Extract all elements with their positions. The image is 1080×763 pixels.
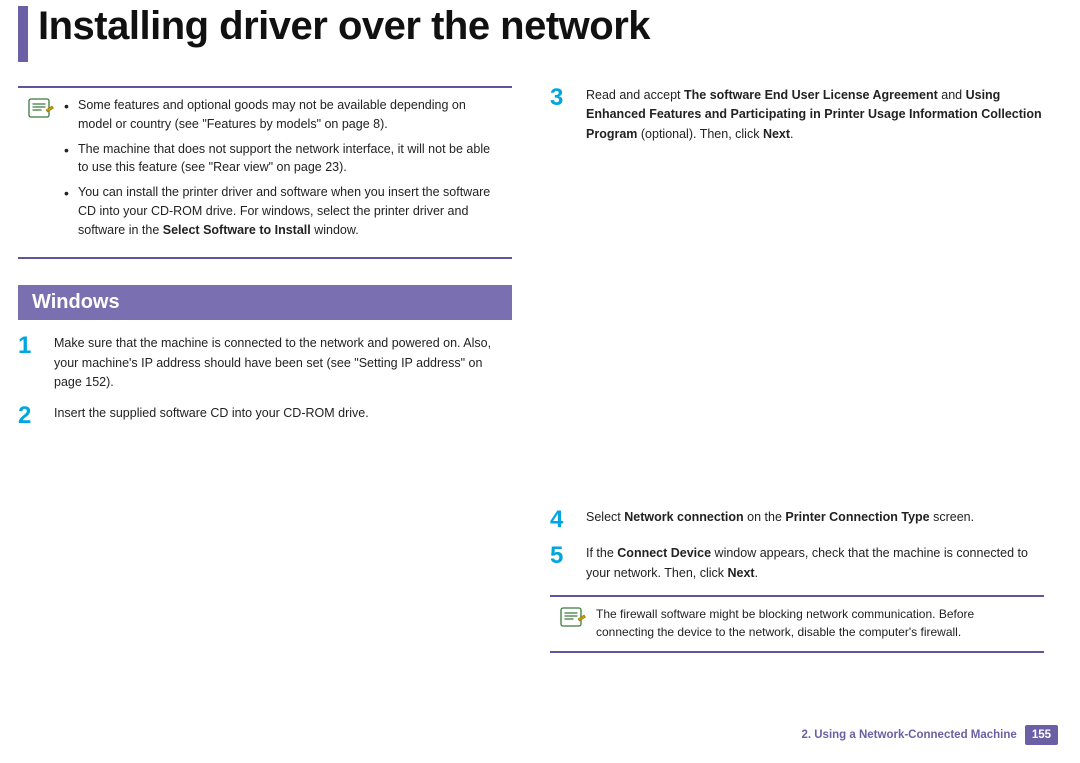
info-top-item: The machine that does not support the ne…	[64, 140, 502, 178]
page-title: Installing driver over the network	[38, 4, 650, 49]
step-body: Insert the supplied software CD into you…	[54, 404, 512, 423]
page: Installing driver over the network Some …	[0, 0, 1080, 763]
text: .	[755, 566, 758, 580]
info-box-top: Some features and optional goods may not…	[18, 86, 512, 259]
info-top-item: You can install the printer driver and s…	[64, 183, 502, 239]
text: Make sure that the machine is connected …	[54, 336, 491, 389]
text: .	[790, 127, 793, 141]
info-box-bottom: The firewall software might be blocking …	[550, 595, 1044, 653]
text: window.	[311, 223, 359, 237]
right-steps-bottom: 4 Select Network connection on the Print…	[550, 508, 1044, 583]
text-bold: The software End User License Agreement	[684, 88, 938, 102]
step-4: 4 Select Network connection on the Print…	[550, 508, 1044, 532]
left-steps: 1 Make sure that the machine is connecte…	[18, 334, 512, 428]
text: and	[938, 88, 966, 102]
text-bold: Next	[728, 566, 755, 580]
right-steps-top: 3 Read and accept The software End User …	[550, 86, 1044, 144]
text-bold: Printer Connection Type	[785, 510, 929, 524]
text-bold: Next	[763, 127, 790, 141]
text: Select	[586, 510, 624, 524]
left-column: Some features and optional goods may not…	[18, 86, 512, 653]
content-columns: Some features and optional goods may not…	[18, 86, 1062, 653]
title-bar: Installing driver over the network	[18, 0, 1062, 62]
text: Insert the supplied software CD into you…	[54, 406, 369, 420]
text: If the	[586, 546, 617, 560]
footer-chapter: 2. Using a Network-Connected Machine	[801, 729, 1016, 741]
info-bottom-text: The firewall software might be blocking …	[596, 605, 1034, 641]
text-bold: Select Software to Install	[163, 223, 311, 237]
step-5: 5 If the Connect Device window appears, …	[550, 544, 1044, 583]
step-1: 1 Make sure that the machine is connecte…	[18, 334, 512, 392]
step-2: 2 Insert the supplied software CD into y…	[18, 404, 512, 428]
step-body: Read and accept The software End User Li…	[586, 86, 1044, 144]
text: Read and accept	[586, 88, 684, 102]
text: on the	[744, 510, 786, 524]
note-icon	[28, 96, 56, 120]
right-column: 3 Read and accept The software End User …	[550, 86, 1044, 653]
info-top-list: Some features and optional goods may not…	[64, 96, 502, 245]
note-icon	[560, 605, 588, 629]
step-3: 3 Read and accept The software End User …	[550, 86, 1044, 144]
installer-screenshot-placeholder	[586, 156, 1026, 494]
step-number: 2	[18, 404, 40, 428]
text-bold: Connect Device	[617, 546, 711, 560]
text: Some features and optional goods may not…	[78, 98, 466, 131]
step-number: 4	[550, 508, 572, 532]
step-number: 3	[550, 86, 572, 110]
text: screen.	[930, 510, 974, 524]
footer-page-number: 155	[1025, 725, 1058, 745]
title-accent	[18, 6, 28, 62]
step-body: Make sure that the machine is connected …	[54, 334, 512, 392]
step-number: 5	[550, 544, 572, 568]
text: The machine that does not support the ne…	[78, 142, 490, 175]
text-bold: Network connection	[624, 510, 743, 524]
step-body: If the Connect Device window appears, ch…	[586, 544, 1044, 583]
section-header-windows: Windows	[18, 285, 512, 320]
page-footer: 2. Using a Network-Connected Machine 155	[801, 725, 1058, 745]
info-top-item: Some features and optional goods may not…	[64, 96, 502, 134]
step-body: Select Network connection on the Printer…	[586, 508, 1044, 527]
step-number: 1	[18, 334, 40, 358]
text: (optional). Then, click	[637, 127, 763, 141]
